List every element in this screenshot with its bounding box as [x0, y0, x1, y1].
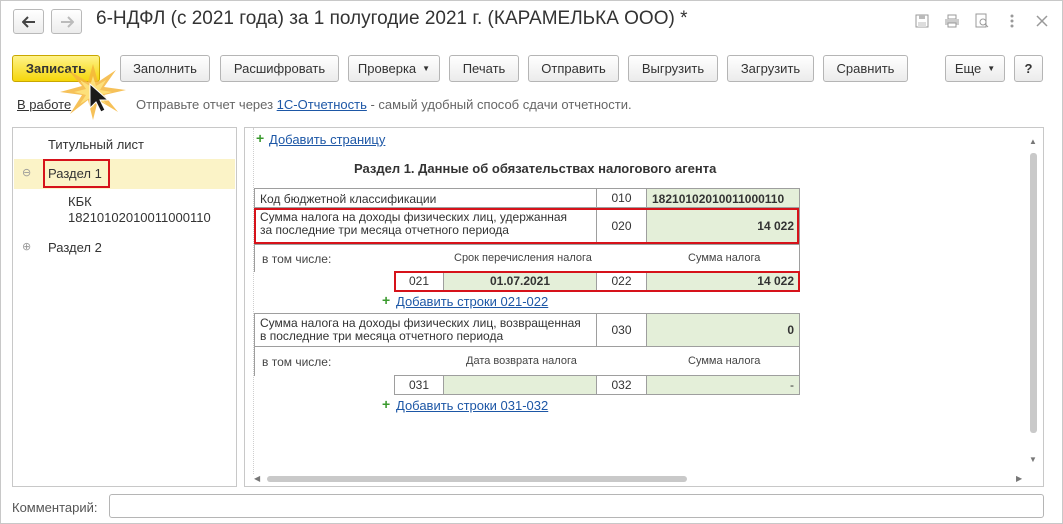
- help-button[interactable]: ?: [1014, 55, 1043, 82]
- horizontal-scroll-thumb[interactable]: [267, 476, 687, 482]
- row032-code-cell: 032: [596, 375, 647, 395]
- including-label: в том числе:: [262, 252, 332, 266]
- compare-button[interactable]: Сравнить: [823, 55, 908, 82]
- vertical-scroll-thumb[interactable]: [1030, 153, 1037, 433]
- close-icon[interactable]: [1033, 12, 1051, 30]
- add-icon: +: [382, 396, 391, 412]
- add-rows-021-022-link[interactable]: Добавить строки 021-022: [396, 294, 548, 309]
- scroll-up-icon[interactable]: ▲: [1029, 137, 1037, 146]
- transfer-date-header: Срок перечисления налога: [454, 252, 592, 264]
- chevron-down-icon: ▼: [987, 64, 996, 73]
- more-menu-button[interactable]: Еще ▼: [945, 55, 1005, 82]
- window-title: 6-НДФЛ (с 2021 года) за 1 полугодие 2021…: [96, 8, 688, 29]
- info-message: Отправьте отчет через 1С-Отчетность - са…: [136, 97, 632, 112]
- add-icon: +: [382, 292, 391, 308]
- including-label-2: в том числе:: [262, 355, 332, 369]
- returned-code-cell: 030: [596, 313, 647, 347]
- highlight-frame: [43, 159, 110, 188]
- report-form-pane: + Добавить страницу Раздел 1. Данные об …: [244, 127, 1044, 487]
- info-text-before: Отправьте отчет через: [136, 97, 277, 112]
- check-dropdown-button[interactable]: Проверка ▼: [348, 55, 440, 82]
- sections-tree: Титульный лист ⊖ Раздел 1 КБК 1821010201…: [12, 127, 237, 487]
- send-button[interactable]: Отправить: [528, 55, 619, 82]
- vertical-scrollbar[interactable]: ▲ ▼: [1027, 137, 1039, 467]
- return-date-field[interactable]: [443, 375, 597, 395]
- tax-sum-header-2: Сумма налога: [688, 355, 761, 367]
- print-icon[interactable]: [943, 12, 961, 30]
- back-icon: [21, 15, 35, 28]
- return-date-header: Дата возврата налога: [466, 355, 577, 367]
- kbk-code-cell: 010: [596, 188, 647, 208]
- expand-icon[interactable]: ⊕: [22, 240, 31, 253]
- fill-button[interactable]: Заполнить: [120, 55, 210, 82]
- more-icon[interactable]: [1003, 12, 1021, 30]
- scroll-right-icon[interactable]: ▶: [1016, 474, 1022, 483]
- forward-icon: [60, 15, 74, 28]
- add-rows-031-032-link[interactable]: Добавить строки 031-032: [396, 398, 548, 413]
- more-label: Еще: [954, 61, 982, 76]
- status-link[interactable]: В работе: [17, 97, 71, 112]
- comment-label: Комментарий:: [12, 500, 98, 515]
- highlight-frame: [394, 271, 800, 292]
- decode-button[interactable]: Расшифровать: [220, 55, 339, 82]
- report-page: + Добавить страницу Раздел 1. Данные об …: [253, 128, 1023, 474]
- section-title: Раздел 1. Данные об обязательствах налог…: [354, 161, 717, 176]
- highlight-frame: [254, 208, 799, 244]
- returned-value-field[interactable]: 0: [646, 313, 800, 347]
- returned-label-line-2: в последние три месяца отчетного периода: [260, 329, 504, 343]
- tree-item-kbk-label[interactable]: КБК: [68, 194, 92, 209]
- info-text-after: - самый удобный способ сдачи отчетности.: [366, 97, 632, 112]
- chevron-down-icon: ▼: [422, 64, 431, 73]
- click-highlight-icon: [58, 62, 128, 125]
- add-icon: +: [256, 130, 265, 146]
- returned-label-cell: Сумма налога на доходы физических лиц, в…: [254, 313, 597, 347]
- save-icon[interactable]: [913, 12, 931, 30]
- check-label: Проверка: [357, 61, 417, 76]
- export-button[interactable]: Выгрузить: [628, 55, 718, 82]
- reporting-link[interactable]: 1С-Отчетность: [277, 97, 367, 112]
- tree-item-section-2[interactable]: Раздел 2: [48, 240, 102, 255]
- add-page-link[interactable]: Добавить страницу: [269, 132, 385, 147]
- tax-sum-header: Сумма налога: [688, 252, 761, 264]
- row031-code-cell: 031: [394, 375, 444, 395]
- scroll-left-icon[interactable]: ◀: [254, 474, 260, 483]
- back-button[interactable]: [13, 9, 44, 34]
- print-button[interactable]: Печать: [449, 55, 519, 82]
- collapse-icon[interactable]: ⊖: [22, 166, 31, 179]
- tree-item-title-page[interactable]: Титульный лист: [48, 137, 144, 152]
- returned-sum-field[interactable]: -: [646, 375, 800, 395]
- tree-item-kbk-value[interactable]: 18210102010011000110: [68, 210, 211, 225]
- forward-button[interactable]: [51, 9, 82, 34]
- scroll-down-icon[interactable]: ▼: [1029, 455, 1037, 464]
- kbk-value-field[interactable]: 18210102010011000110: [646, 188, 800, 208]
- preview-icon[interactable]: [973, 12, 991, 30]
- comment-input[interactable]: [109, 494, 1044, 518]
- import-button[interactable]: Загрузить: [727, 55, 814, 82]
- kbk-label-cell: Код бюджетной классификации: [254, 188, 597, 208]
